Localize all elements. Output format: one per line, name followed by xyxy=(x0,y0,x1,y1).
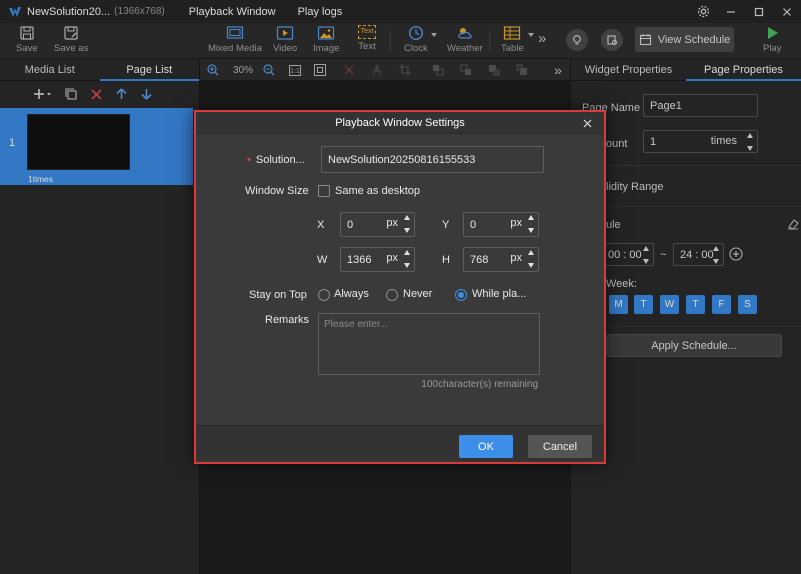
ok-button[interactable]: OK xyxy=(459,435,513,458)
x-position-input[interactable]: 0 px xyxy=(340,212,415,237)
solution-label: • Solution... xyxy=(247,154,305,166)
dialog-title: Playback Window Settings xyxy=(196,112,604,134)
w-label: W xyxy=(317,254,328,266)
stay-always-radio[interactable] xyxy=(318,289,330,301)
window-size-label: Window Size xyxy=(245,185,309,197)
remarks-remaining-count: 100character(s) remaining xyxy=(421,379,538,390)
height-input[interactable]: 768 px xyxy=(463,247,539,272)
cancel-button[interactable]: Cancel xyxy=(528,435,592,458)
remarks-label: Remarks xyxy=(265,314,310,326)
stay-while-playing-label: While pla... xyxy=(472,288,527,300)
playback-window-settings-dialog: Playback Window Settings • Solution... Ne… xyxy=(194,110,606,464)
y-spinner[interactable] xyxy=(528,215,535,233)
solution-name-input[interactable]: NewSolution20250816155533 xyxy=(321,146,544,173)
same-as-desktop-label: Same as desktop xyxy=(335,185,420,197)
remarks-textarea[interactable]: Please enter... xyxy=(318,313,540,375)
same-as-desktop-checkbox[interactable] xyxy=(318,185,330,197)
stay-never-radio[interactable] xyxy=(386,289,398,301)
height-spinner[interactable] xyxy=(528,250,535,268)
stay-never-label: Never xyxy=(403,288,433,300)
h-label: H xyxy=(442,254,450,266)
stay-on-top-label: Stay on Top xyxy=(249,289,307,301)
y-position-input[interactable]: 0 px xyxy=(463,212,539,237)
width-spinner[interactable] xyxy=(404,250,411,268)
stay-while-playing-radio[interactable] xyxy=(455,289,467,301)
stay-always-label: Always xyxy=(334,288,369,300)
width-input[interactable]: 1366 px xyxy=(340,247,415,272)
x-label: X xyxy=(317,219,325,231)
y-label: Y xyxy=(442,219,450,231)
x-spinner[interactable] xyxy=(404,215,411,233)
dialog-footer: OK Cancel xyxy=(196,425,604,462)
required-marker: • xyxy=(247,154,251,166)
dialog-close-icon[interactable] xyxy=(580,116,594,130)
